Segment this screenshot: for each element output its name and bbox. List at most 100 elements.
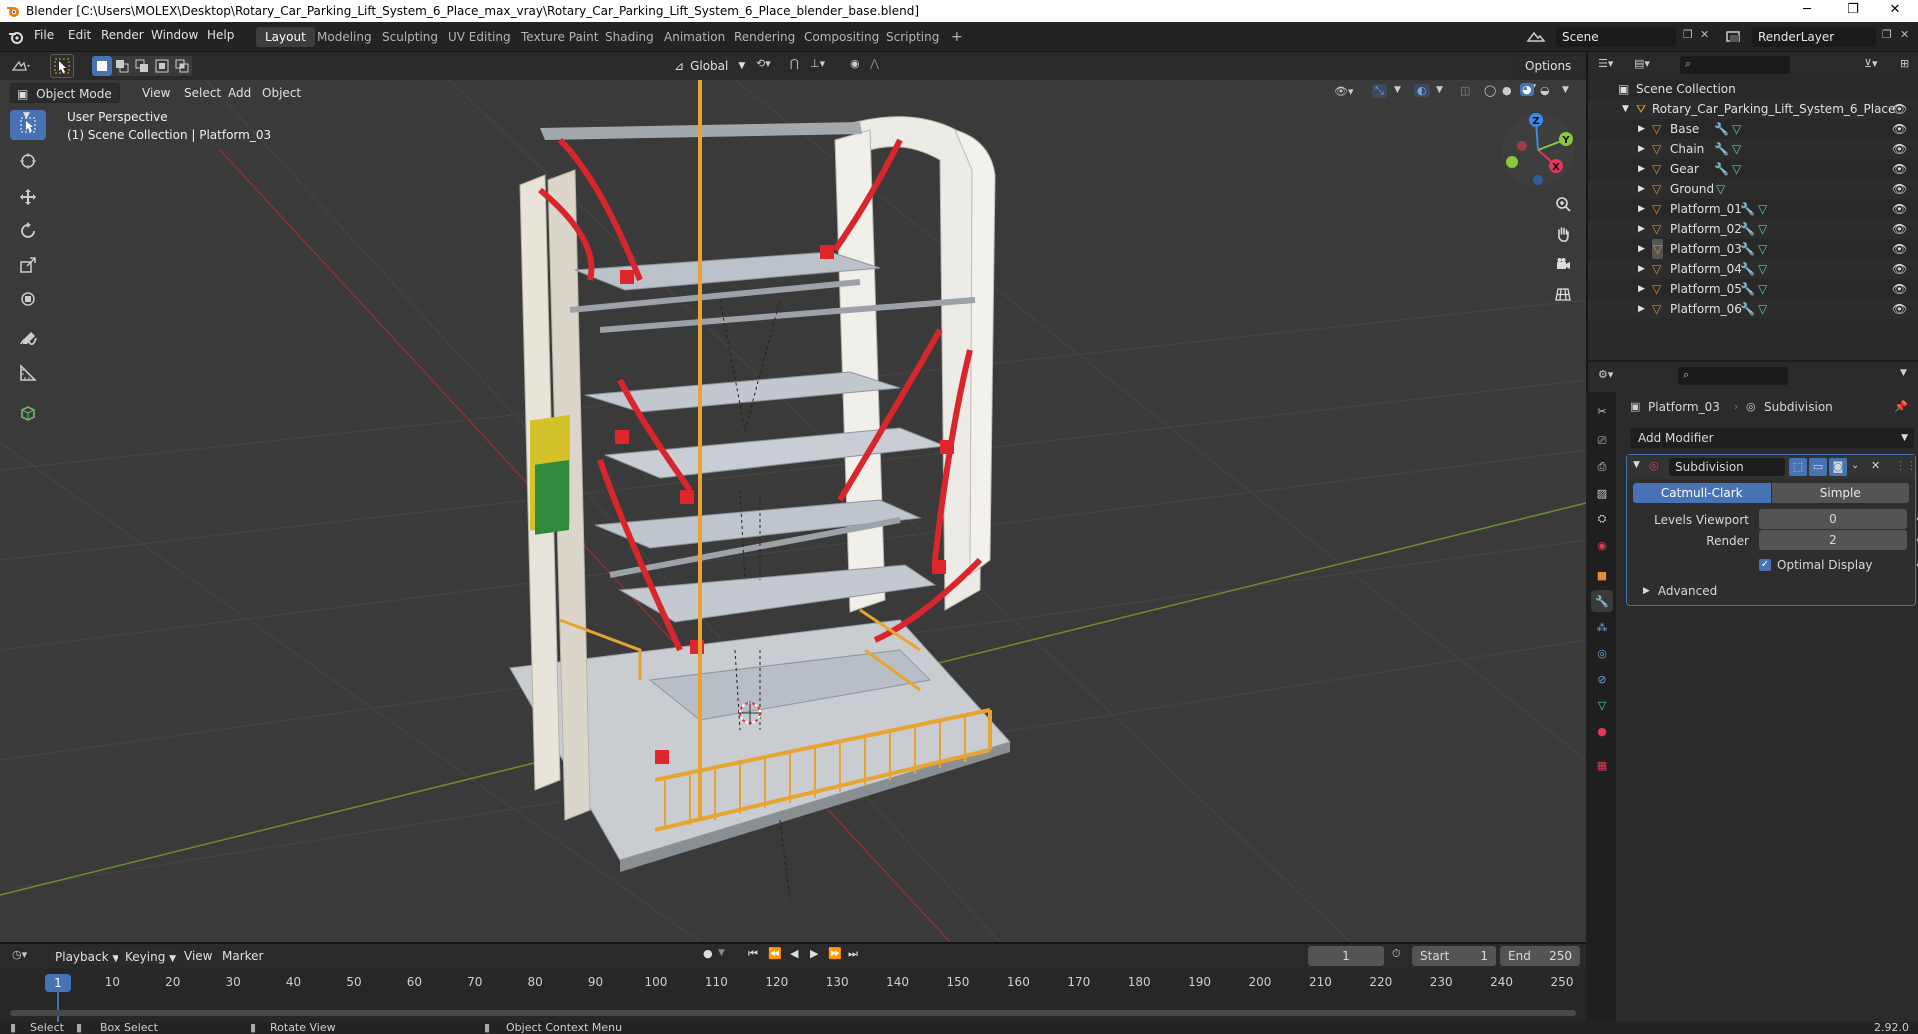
visibility-eye-icon[interactable]: 👁▾ (1334, 85, 1354, 98)
chevron-down-icon[interactable]: ⌄ (1851, 460, 1859, 471)
visibility-eye-icon[interactable]: 👁 (1892, 239, 1907, 259)
viewport-menu-select[interactable]: Select (178, 83, 227, 103)
play-reverse-icon[interactable]: ◀ (790, 947, 798, 960)
chevron-down-icon[interactable]: ▼ (1562, 85, 1569, 95)
tab-compositing[interactable]: Compositing (795, 27, 888, 47)
remove-modifier-icon[interactable]: ✕ (1871, 459, 1880, 472)
visibility-eye-icon[interactable]: 👁 (1892, 139, 1907, 159)
solid-shading-icon[interactable]: ● (1502, 84, 1512, 97)
expand-arrow-icon[interactable]: ▶ (1638, 299, 1645, 319)
expand-arrow-icon[interactable]: ▶ (1638, 219, 1645, 239)
tab-layout[interactable]: Layout (256, 27, 315, 47)
maximize-button[interactable]: ❐ (1830, 0, 1876, 22)
tab-animation[interactable]: Animation (655, 27, 734, 47)
simple-option[interactable]: Simple (1771, 483, 1909, 503)
visibility-eye-icon[interactable]: 👁 (1892, 279, 1907, 299)
timeline-menu-playback[interactable]: Playback ▼ (48, 946, 127, 966)
chevron-down-icon[interactable]: ▼ (718, 948, 725, 958)
expand-arrow-icon[interactable]: ▶ (1638, 199, 1645, 219)
tab-material[interactable]: ● (1591, 720, 1613, 742)
expand-arrow-icon[interactable]: ▼ (1622, 99, 1629, 119)
tab-modeling[interactable]: Modeling (308, 27, 381, 47)
scene-selector[interactable]: Scene (1556, 27, 1676, 47)
rendered-shading-icon[interactable]: ◒ (1540, 84, 1550, 97)
overlay-toggle-icon[interactable]: ◐ (1414, 84, 1430, 97)
jump-end-icon[interactable]: ⏭ (848, 947, 858, 961)
zoom-button[interactable] (1549, 190, 1577, 218)
modifier-wrench-icon[interactable]: 🔧 (1714, 159, 1729, 179)
menu-file[interactable]: File (34, 28, 54, 42)
current-frame-field[interactable]: 1 (1308, 946, 1384, 966)
tab-view-layer[interactable]: ▨ (1591, 482, 1613, 504)
material-shading-icon[interactable]: ◕ (1520, 83, 1534, 96)
measure-tool[interactable] (10, 358, 46, 388)
outliner-search-input[interactable]: ⌕ (1680, 56, 1790, 74)
properties-search-input[interactable]: ⌕ (1678, 367, 1788, 385)
xray-toggle-icon[interactable]: ◫ (1460, 84, 1470, 97)
close-window-button[interactable]: ✕ (1872, 0, 1918, 22)
add-workspace-button[interactable]: + (942, 27, 972, 47)
tab-particles[interactable]: ⁂ (1591, 616, 1613, 638)
active-tool-button[interactable] (50, 54, 74, 78)
transform-tool[interactable] (10, 284, 46, 314)
proportional-falloff-icon[interactable]: ⋀ (870, 57, 879, 70)
mesh-data-icon[interactable]: ▽ (1758, 239, 1767, 259)
stopwatch-icon[interactable]: ⏱ (1392, 947, 1401, 961)
visibility-eye-icon[interactable]: 👁 (1892, 99, 1907, 119)
jump-start-icon[interactable]: ⏮ (748, 947, 758, 961)
play-icon[interactable]: ▶ (810, 947, 818, 960)
new-layer-icon[interactable]: ❐ (1882, 28, 1892, 41)
mesh-data-icon[interactable]: ▽ (1716, 179, 1725, 199)
outliner-row-object[interactable]: ▶ ▽ Base 🔧 ▽ 👁 (1588, 119, 1918, 139)
record-keyframe-icon[interactable]: ● (703, 947, 713, 960)
mesh-data-icon[interactable]: ▽ (1758, 219, 1767, 239)
timeline-editor-icon[interactable]: ◷▾ (12, 948, 27, 961)
drag-handle-icon[interactable]: ⋮⋮ (1895, 459, 1917, 472)
expand-arrow-icon[interactable]: ▶ (1638, 179, 1645, 199)
gizmo-neg-y-axis[interactable] (1506, 156, 1518, 168)
edit-mode-toggle-icon[interactable]: ⬚ (1789, 458, 1807, 476)
modifier-wrench-icon[interactable]: 🔧 (1740, 219, 1755, 239)
mesh-data-icon[interactable]: ▽ (1758, 299, 1767, 319)
pivot-point-icon[interactable]: ⟲▾ (756, 57, 771, 70)
tab-texture[interactable]: ▦ (1591, 754, 1613, 776)
expand-arrow-icon[interactable]: ▶ (1638, 159, 1645, 179)
viewport-scene[interactable] (0, 52, 1586, 942)
optimal-display-checkbox-row[interactable]: ✓ Optimal Display (1759, 555, 1873, 575)
outliner-row-object[interactable]: ▶ ▽ Platform_04 🔧 ▽ 👁 (1588, 259, 1918, 279)
modifier-wrench-icon[interactable]: 🔧 (1740, 259, 1755, 279)
add-modifier-dropdown[interactable]: Add Modifier ▼ (1630, 428, 1914, 448)
timeline-menu-view[interactable]: View (178, 946, 218, 966)
modifier-wrench-icon[interactable]: 🔧 (1714, 119, 1729, 139)
menu-render[interactable]: Render (101, 28, 144, 42)
tab-render[interactable]: ⎚ (1591, 430, 1613, 452)
modifier-wrench-icon[interactable]: 🔧 (1740, 299, 1755, 319)
3d-viewport[interactable]: User Perspective (1) Scene Collection | … (0, 52, 1586, 942)
tab-scripting[interactable]: Scripting (877, 27, 948, 47)
mode-invert-selection-button[interactable] (152, 56, 172, 76)
mode-extend-selection-button[interactable] (112, 56, 132, 76)
gizmo-neg-x-axis[interactable] (1517, 141, 1527, 151)
snap-magnet-icon[interactable]: ⋂ (790, 57, 799, 70)
outliner-row-object[interactable]: ▶ ▽ Platform_03 🔧 ▽ 👁 (1588, 239, 1918, 259)
tab-physics[interactable]: ◎ (1591, 642, 1613, 664)
tab-shading[interactable]: Shading (596, 27, 663, 47)
gizmo-toggle-icon[interactable]: ⤡ (1372, 84, 1387, 98)
delete-layer-icon[interactable]: ✕ (1900, 28, 1909, 41)
tab-object[interactable]: ■ (1591, 564, 1613, 586)
end-frame-field[interactable]: End 250 (1500, 946, 1580, 966)
move-tool[interactable] (10, 182, 46, 212)
tab-rendering[interactable]: Rendering (725, 27, 804, 47)
new-collection-icon[interactable]: ⊞ (1900, 57, 1909, 70)
outliner-row-object[interactable]: ▶ ▽ Platform_05 🔧 ▽ 👁 (1588, 279, 1918, 299)
menu-help[interactable]: Help (207, 28, 234, 42)
perspective-toggle-button[interactable] (1549, 280, 1577, 308)
pan-button[interactable] (1549, 220, 1577, 248)
display-mode-icon[interactable]: ▤▾ (1634, 57, 1650, 70)
expand-arrow-icon[interactable]: ▶ (1638, 239, 1645, 259)
visibility-eye-icon[interactable]: 👁 (1892, 179, 1907, 199)
advanced-subpanel-toggle[interactable]: ▶ Advanced (1643, 581, 1717, 601)
tab-uv-editing[interactable]: UV Editing (439, 27, 520, 47)
playhead-line[interactable] (57, 990, 59, 1024)
tab-object-data[interactable]: ▽ (1591, 694, 1613, 716)
